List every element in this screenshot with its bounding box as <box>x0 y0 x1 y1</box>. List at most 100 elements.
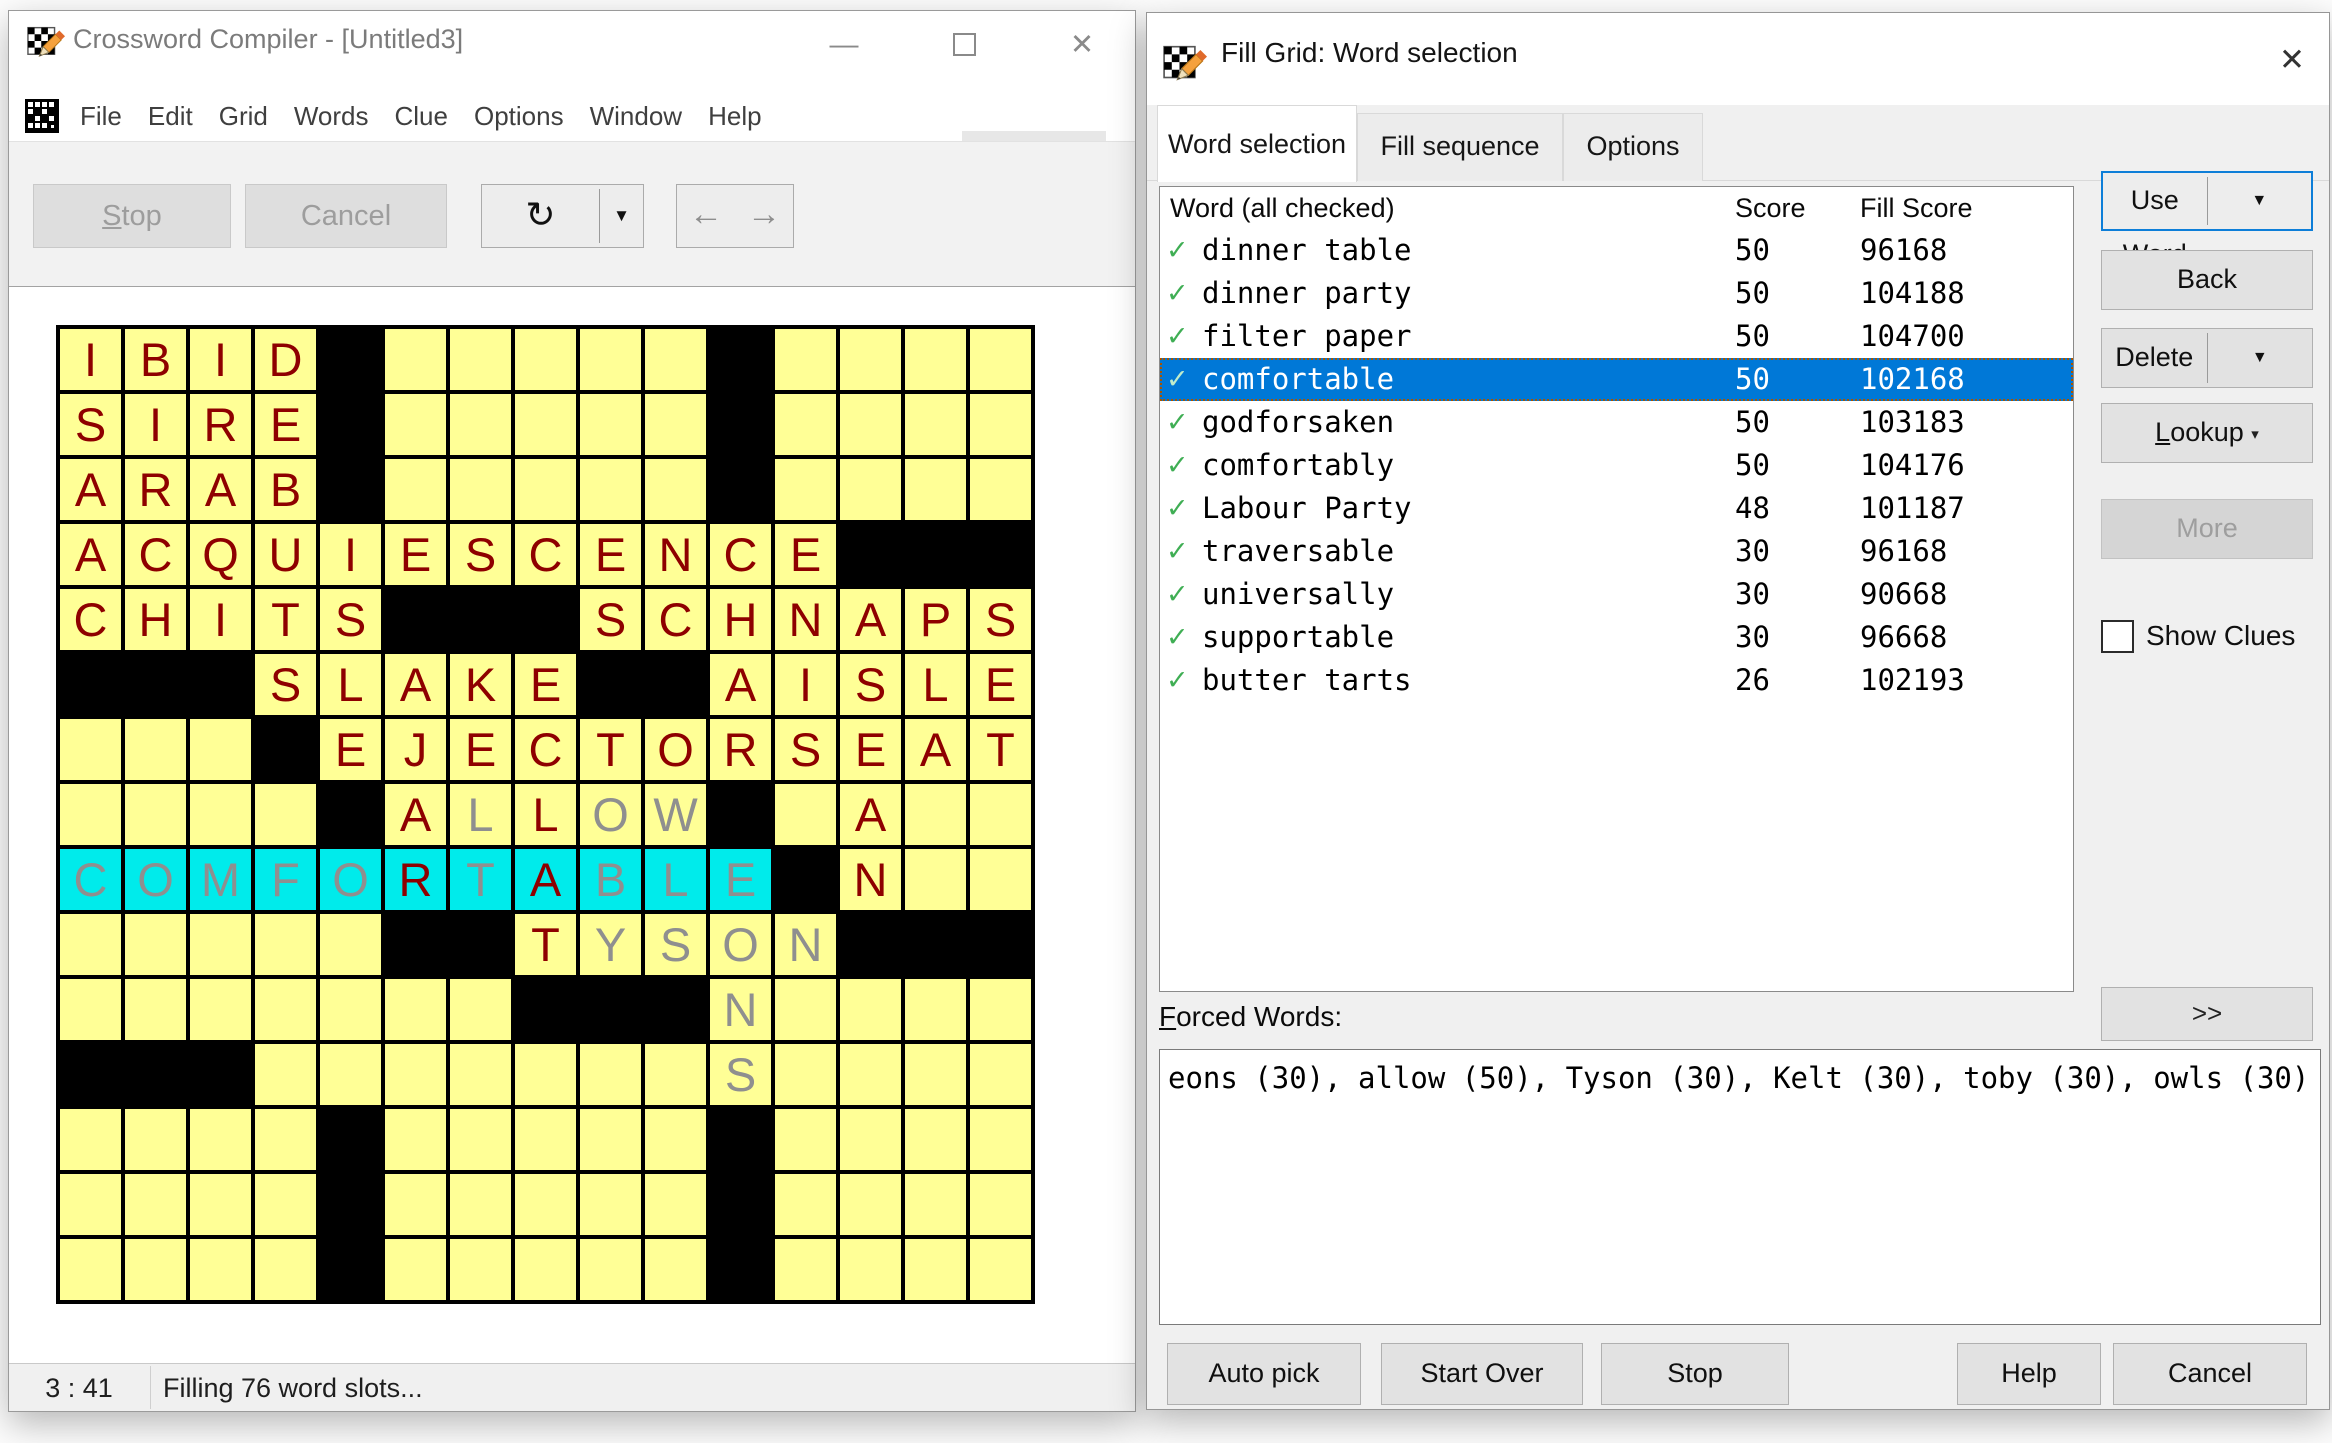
grid-cell[interactable] <box>385 459 446 520</box>
grid-cell[interactable]: N <box>645 524 706 585</box>
grid-cell[interactable] <box>385 1109 446 1170</box>
grid-cell[interactable] <box>190 979 251 1040</box>
expand-button[interactable]: >> <box>2101 987 2313 1041</box>
grid-cell[interactable] <box>450 589 511 650</box>
grid-cell[interactable]: F <box>255 849 316 910</box>
grid-cell[interactable] <box>125 654 186 715</box>
grid-cell[interactable] <box>60 784 121 845</box>
grid-cell[interactable]: S <box>840 654 901 715</box>
refresh-split-button[interactable]: ↻ ▼ <box>481 184 644 248</box>
grid-cell[interactable]: E <box>710 849 771 910</box>
grid-cell[interactable] <box>645 1239 706 1300</box>
back-button[interactable]: Back <box>2101 250 2313 310</box>
grid-cell[interactable] <box>645 329 706 390</box>
word-row[interactable]: ✓traversable3096168 <box>1160 530 2073 573</box>
word-row[interactable]: ✓Labour Party48101187 <box>1160 487 2073 530</box>
grid-cell[interactable]: T <box>515 914 576 975</box>
grid-cell[interactable] <box>515 394 576 455</box>
grid-cell[interactable] <box>840 979 901 1040</box>
grid-cell[interactable]: N <box>775 589 836 650</box>
grid-cell[interactable] <box>320 1109 381 1170</box>
grid-cell[interactable] <box>710 1174 771 1235</box>
grid-cell[interactable] <box>385 1174 446 1235</box>
grid-cell[interactable] <box>840 914 901 975</box>
grid-cell[interactable]: Q <box>190 524 251 585</box>
grid-cell[interactable] <box>255 914 316 975</box>
auto-pick-button[interactable]: Auto pick <box>1167 1343 1361 1405</box>
grid-cell[interactable] <box>905 1174 966 1235</box>
main-titlebar[interactable]: Crossword Compiler - [Untitled3] — ✕ <box>9 11 1135 63</box>
grid-cell[interactable]: P <box>905 589 966 650</box>
grid-cell[interactable] <box>125 1174 186 1235</box>
grid-cell[interactable]: U <box>255 524 316 585</box>
tab-word-selection[interactable]: Word selection <box>1157 105 1357 182</box>
grid-cell[interactable] <box>60 1109 121 1170</box>
grid-cell[interactable] <box>320 394 381 455</box>
grid-cell[interactable] <box>320 1239 381 1300</box>
grid-cell[interactable]: S <box>60 394 121 455</box>
grid-cell[interactable]: C <box>645 589 706 650</box>
grid-cell[interactable] <box>840 1239 901 1300</box>
grid-cell[interactable] <box>385 914 446 975</box>
grid-cell[interactable] <box>190 1174 251 1235</box>
grid-cell[interactable] <box>190 1044 251 1105</box>
grid-cell[interactable]: Y <box>580 914 641 975</box>
grid-cell[interactable] <box>580 1174 641 1235</box>
grid-cell[interactable] <box>905 1109 966 1170</box>
grid-cell[interactable] <box>190 719 251 780</box>
show-clues-option[interactable]: Show Clues <box>2101 615 2295 657</box>
word-row[interactable]: ✓butter tarts26102193 <box>1160 659 2073 702</box>
grid-cell[interactable] <box>970 459 1031 520</box>
grid-cell[interactable]: I <box>320 524 381 585</box>
grid-cell[interactable]: R <box>710 719 771 780</box>
grid-cell[interactable] <box>970 329 1031 390</box>
grid-cell[interactable]: S <box>645 914 706 975</box>
grid-cell[interactable] <box>515 1174 576 1235</box>
grid-cell[interactable] <box>125 719 186 780</box>
grid-cell[interactable]: A <box>385 654 446 715</box>
grid-cell[interactable] <box>905 329 966 390</box>
grid-cell[interactable] <box>840 1174 901 1235</box>
grid-cell[interactable]: T <box>580 719 641 780</box>
grid-cell[interactable]: I <box>190 589 251 650</box>
grid-cell[interactable] <box>775 1109 836 1170</box>
grid-cell[interactable] <box>320 329 381 390</box>
grid-cell[interactable]: N <box>840 849 901 910</box>
grid-cell[interactable] <box>450 394 511 455</box>
grid-cell[interactable]: L <box>320 654 381 715</box>
close-icon[interactable]: ✕ <box>1059 27 1105 63</box>
grid-cell[interactable]: H <box>125 589 186 650</box>
back-arrow-icon[interactable]: ← <box>677 185 735 247</box>
grid-cell[interactable]: W <box>645 784 706 845</box>
grid-cell[interactable] <box>775 329 836 390</box>
word-row[interactable]: ✓comfortably50104176 <box>1160 444 2073 487</box>
grid-cell[interactable]: L <box>450 784 511 845</box>
grid-cell[interactable]: I <box>60 329 121 390</box>
grid-cell[interactable]: A <box>385 784 446 845</box>
grid-cell[interactable] <box>125 784 186 845</box>
grid-cell[interactable] <box>450 1239 511 1300</box>
grid-cell[interactable] <box>710 784 771 845</box>
grid-cell[interactable] <box>840 524 901 585</box>
grid-cell[interactable] <box>580 1044 641 1105</box>
grid-cell[interactable] <box>775 1044 836 1105</box>
grid-cell[interactable] <box>645 1174 706 1235</box>
grid-cell[interactable]: B <box>580 849 641 910</box>
grid-cell[interactable] <box>450 1109 511 1170</box>
grid-cell[interactable] <box>255 1239 316 1300</box>
start-over-button[interactable]: Start Over <box>1381 1343 1583 1405</box>
grid-cell[interactable]: N <box>775 914 836 975</box>
show-clues-checkbox[interactable] <box>2101 620 2134 653</box>
grid-cell[interactable]: K <box>450 654 511 715</box>
maximize-icon[interactable] <box>941 27 987 63</box>
grid-cell[interactable] <box>60 914 121 975</box>
grid-cell[interactable] <box>905 849 966 910</box>
grid-cell[interactable]: E <box>775 524 836 585</box>
grid-cell[interactable] <box>645 394 706 455</box>
word-row[interactable]: ✓dinner party50104188 <box>1160 272 2073 315</box>
grid-cell[interactable]: T <box>450 849 511 910</box>
grid-cell[interactable]: R <box>385 849 446 910</box>
grid-cell[interactable]: A <box>710 654 771 715</box>
grid-cell[interactable] <box>970 784 1031 845</box>
grid-cell[interactable] <box>385 1044 446 1105</box>
